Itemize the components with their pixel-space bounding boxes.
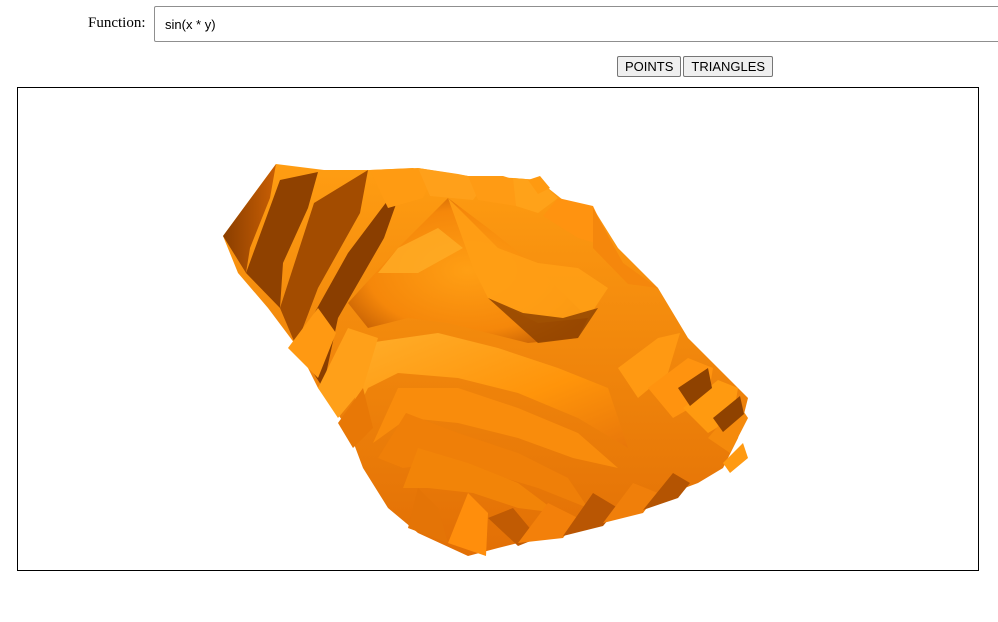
function-row: Function: bbox=[0, 6, 998, 44]
function-label: Function: bbox=[88, 15, 146, 31]
points-button[interactable]: POINTS bbox=[617, 56, 682, 77]
surface-plot bbox=[223, 164, 748, 556]
triangles-button[interactable]: TRIANGLES bbox=[683, 56, 774, 77]
plot-canvas[interactable] bbox=[17, 87, 979, 571]
render-mode-buttons: POINTS TRIANGLES bbox=[617, 56, 775, 77]
surface-mesh bbox=[223, 164, 748, 556]
function-input[interactable] bbox=[154, 6, 998, 42]
